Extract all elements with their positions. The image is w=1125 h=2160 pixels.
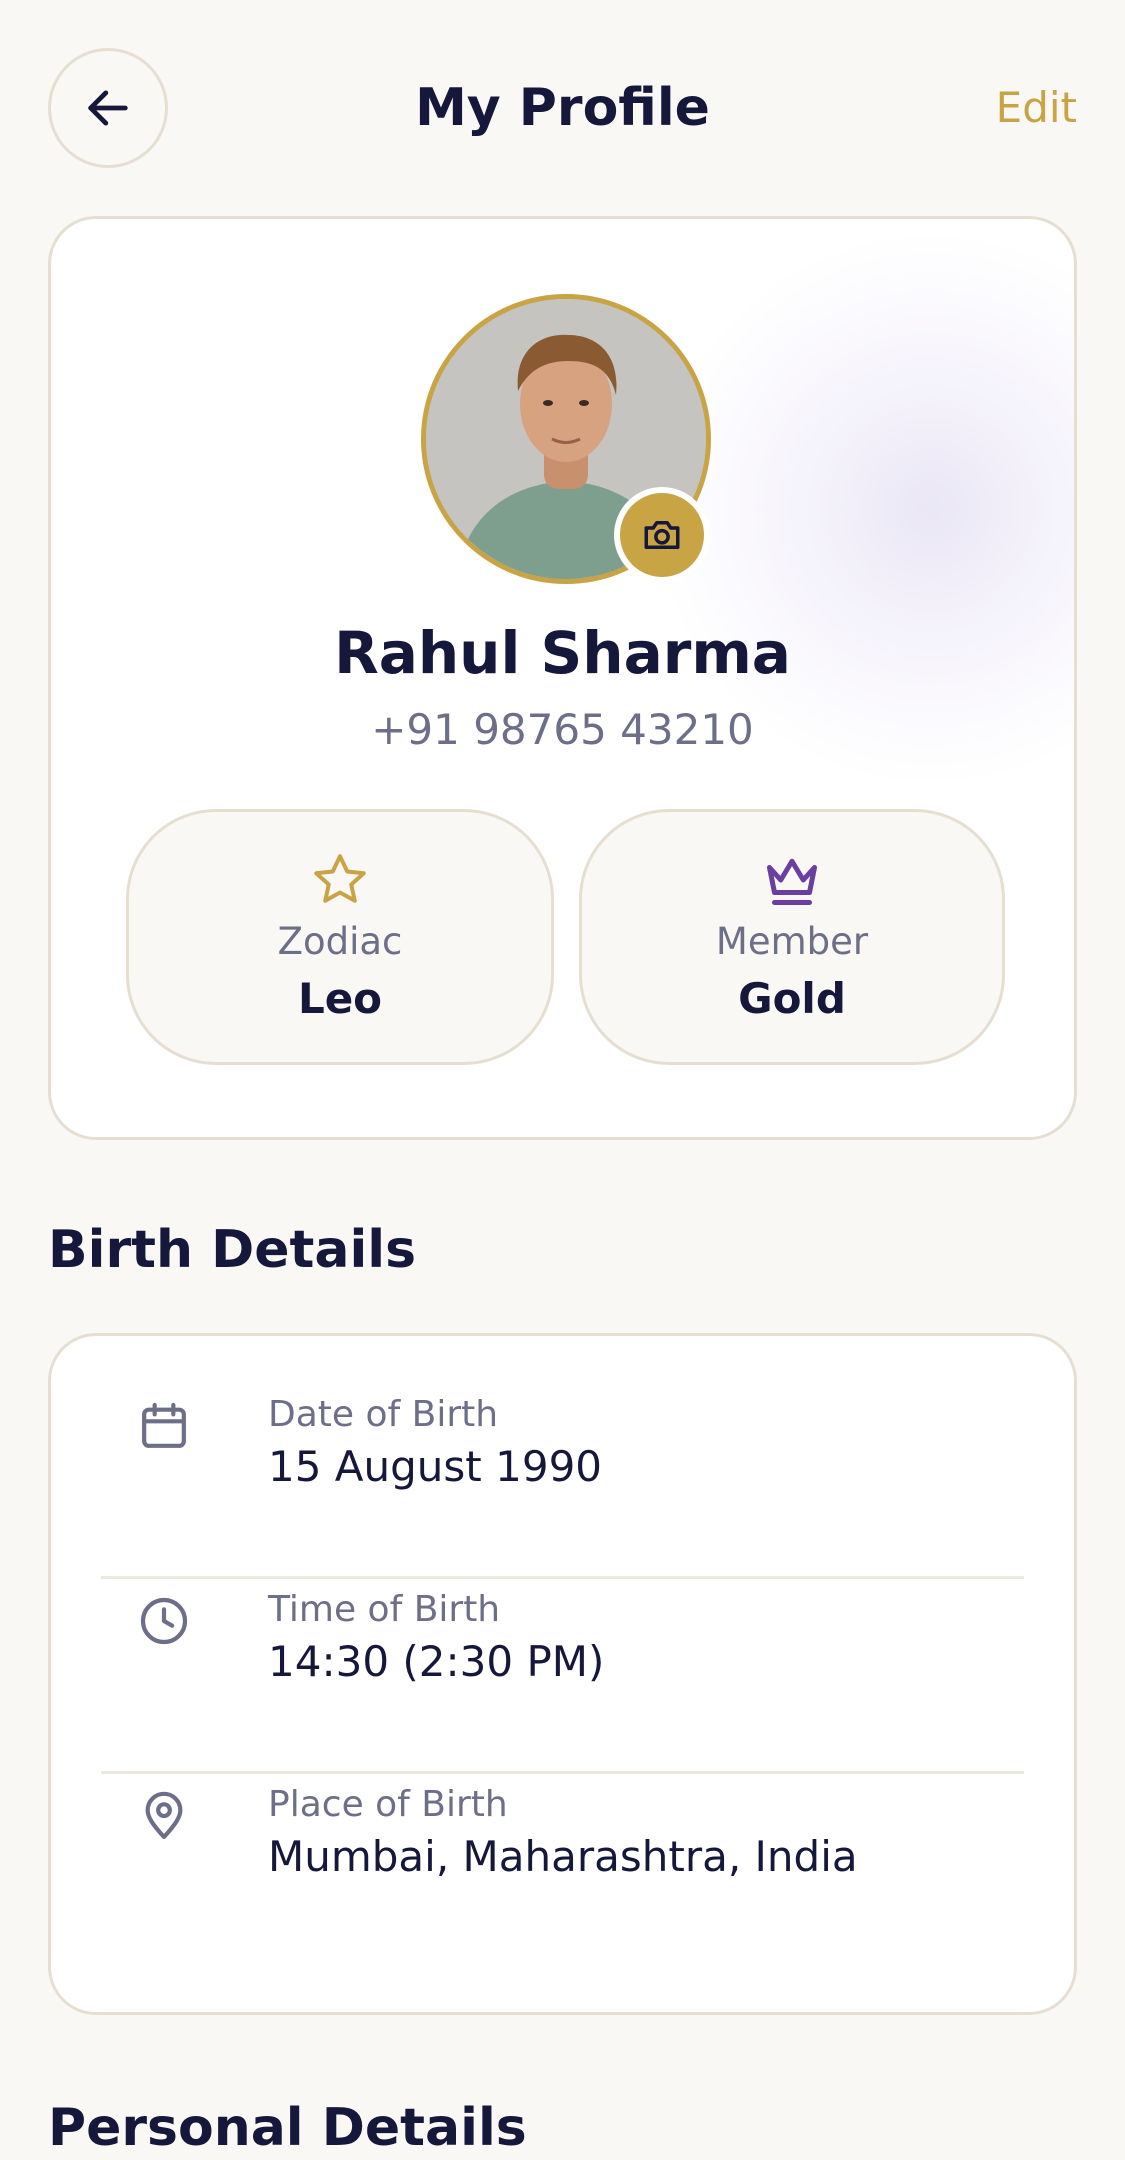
membership-label: Member <box>715 920 869 963</box>
zodiac-stat: Zodiac Leo <box>126 809 554 1065</box>
date-of-birth-row[interactable]: Date of Birth 15 August 1990 <box>101 1336 1024 1531</box>
date-of-birth-label: Date of Birth <box>268 1394 499 1435</box>
edit-button[interactable]: Edit <box>996 48 1077 168</box>
header: My Profile Edit <box>48 48 1077 168</box>
birth-details-card: Date of Birth 15 August 1990 Time of Bir… <box>48 1333 1077 2015</box>
time-of-birth-row[interactable]: Time of Birth 14:30 (2:30 PM) <box>101 1531 1024 1726</box>
membership-value: Gold <box>738 974 846 1023</box>
time-of-birth-label: Time of Birth <box>268 1589 501 1630</box>
place-of-birth-label: Place of Birth <box>268 1784 508 1825</box>
profile-card: Rahul Sharma +91 98765 43210 Zodiac Leo … <box>48 216 1077 1140</box>
clock-icon <box>140 1597 188 1645</box>
place-of-birth-row[interactable]: Place of Birth Mumbai, Maharashtra, Indi… <box>101 1726 1024 1921</box>
avatar-container <box>421 294 711 584</box>
time-of-birth-value: 14:30 (2:30 PM) <box>268 1637 605 1686</box>
change-photo-button[interactable] <box>614 487 710 583</box>
calendar-icon <box>142 1402 186 1448</box>
camera-icon <box>644 521 680 549</box>
page-title: My Profile <box>415 78 710 138</box>
membership-stat: Member Gold <box>579 809 1005 1065</box>
map-pin-icon <box>145 1791 183 1840</box>
zodiac-label: Zodiac <box>277 920 403 963</box>
zodiac-value: Leo <box>297 974 383 1023</box>
star-icon <box>129 850 551 910</box>
user-phone: +91 98765 43210 <box>371 705 754 754</box>
user-name: Rahul Sharma <box>334 619 791 687</box>
birth-details-title: Birth Details <box>48 1220 417 1280</box>
place-of-birth-value: Mumbai, Maharashtra, India <box>268 1832 858 1881</box>
date-of-birth-value: 15 August 1990 <box>268 1442 603 1491</box>
personal-details-title: Personal Details <box>48 2098 527 2158</box>
crown-icon <box>582 850 1002 910</box>
